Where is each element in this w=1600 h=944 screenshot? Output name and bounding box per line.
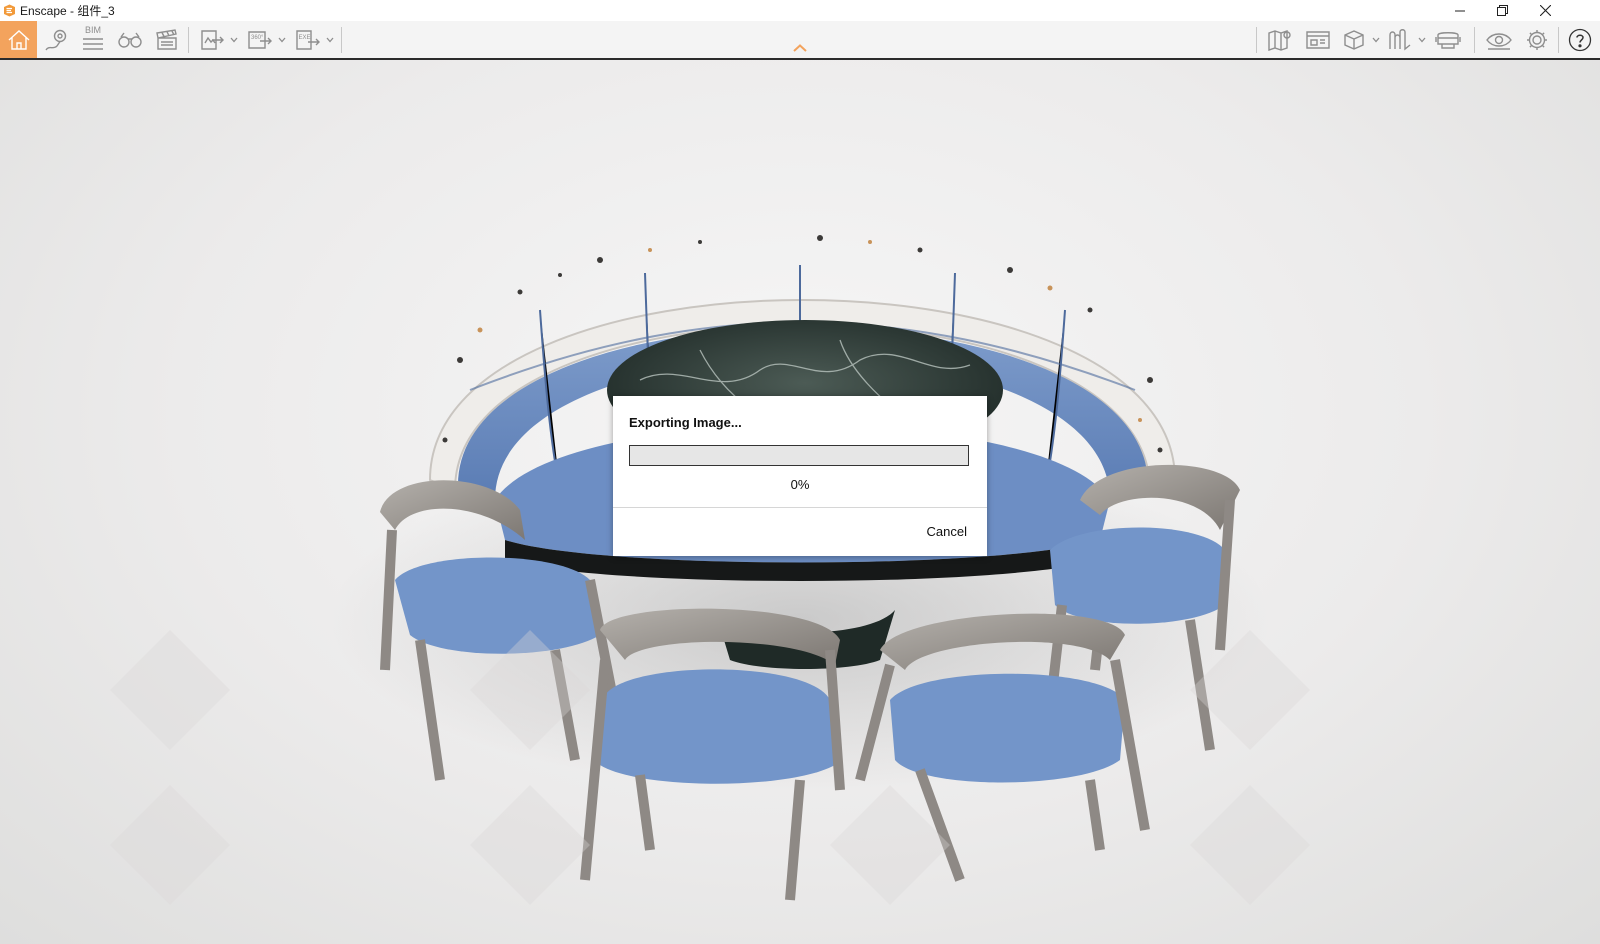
map-pin-icon[interactable] xyxy=(38,21,74,58)
settings-gear-icon[interactable] xyxy=(1518,21,1556,58)
export-exe-icon[interactable]: EXE xyxy=(292,21,324,58)
exe-label: EXE xyxy=(299,35,311,41)
dialog-title: Exporting Image... xyxy=(629,415,742,430)
minimize-icon[interactable] xyxy=(1438,0,1482,21)
clapperboard-icon[interactable] xyxy=(149,21,185,58)
help-icon[interactable] xyxy=(1562,21,1598,58)
chevron-down-icon[interactable] xyxy=(1416,21,1428,58)
chevron-down-icon[interactable] xyxy=(324,21,336,58)
title-bar: Enscape - 组件_3 xyxy=(0,0,1600,21)
window-title: Enscape - 组件_3 xyxy=(20,4,115,18)
restore-icon[interactable] xyxy=(1480,0,1524,21)
panorama-label: 360° xyxy=(251,35,264,41)
bim-icon[interactable]: BIM xyxy=(75,21,111,58)
home-icon[interactable] xyxy=(0,21,37,58)
progress-percent: 0% xyxy=(790,477,810,492)
export-progress-dialog: Exporting Image... 0% Cancel xyxy=(613,396,987,556)
sun-shadow-icon[interactable] xyxy=(1384,21,1416,58)
binoculars-icon[interactable] xyxy=(112,21,148,58)
render-viewport[interactable]: Exporting Image... 0% Cancel xyxy=(0,60,1600,944)
export-panorama-icon[interactable]: 360° xyxy=(244,21,276,58)
bim-label: BIM xyxy=(84,25,101,35)
toolbar-separator xyxy=(1256,27,1257,53)
chevron-down-icon[interactable] xyxy=(228,21,240,58)
map-icon[interactable] xyxy=(1262,21,1298,58)
toolbar-separator xyxy=(188,27,189,53)
close-icon[interactable] xyxy=(1523,0,1567,21)
toolbar-separator xyxy=(1474,27,1475,53)
chevron-down-icon[interactable] xyxy=(276,21,288,58)
cube-views-icon[interactable] xyxy=(1338,21,1370,58)
visibility-eye-icon[interactable] xyxy=(1480,21,1518,58)
asset-library-icon[interactable] xyxy=(1300,21,1336,58)
vr-headset-icon[interactable] xyxy=(1430,21,1466,58)
progress-bar xyxy=(629,445,969,466)
chevron-down-icon[interactable] xyxy=(1370,21,1382,58)
enscape-logo-icon xyxy=(3,4,16,17)
toolbar-separator xyxy=(341,27,342,53)
toolbar-separator xyxy=(1558,27,1559,53)
cancel-button[interactable]: Cancel xyxy=(927,524,967,539)
dialog-divider xyxy=(613,507,987,508)
export-image-icon[interactable] xyxy=(196,21,228,58)
toolbar: BIM 360° EXE xyxy=(0,21,1600,60)
chevron-up-icon[interactable] xyxy=(792,44,808,54)
